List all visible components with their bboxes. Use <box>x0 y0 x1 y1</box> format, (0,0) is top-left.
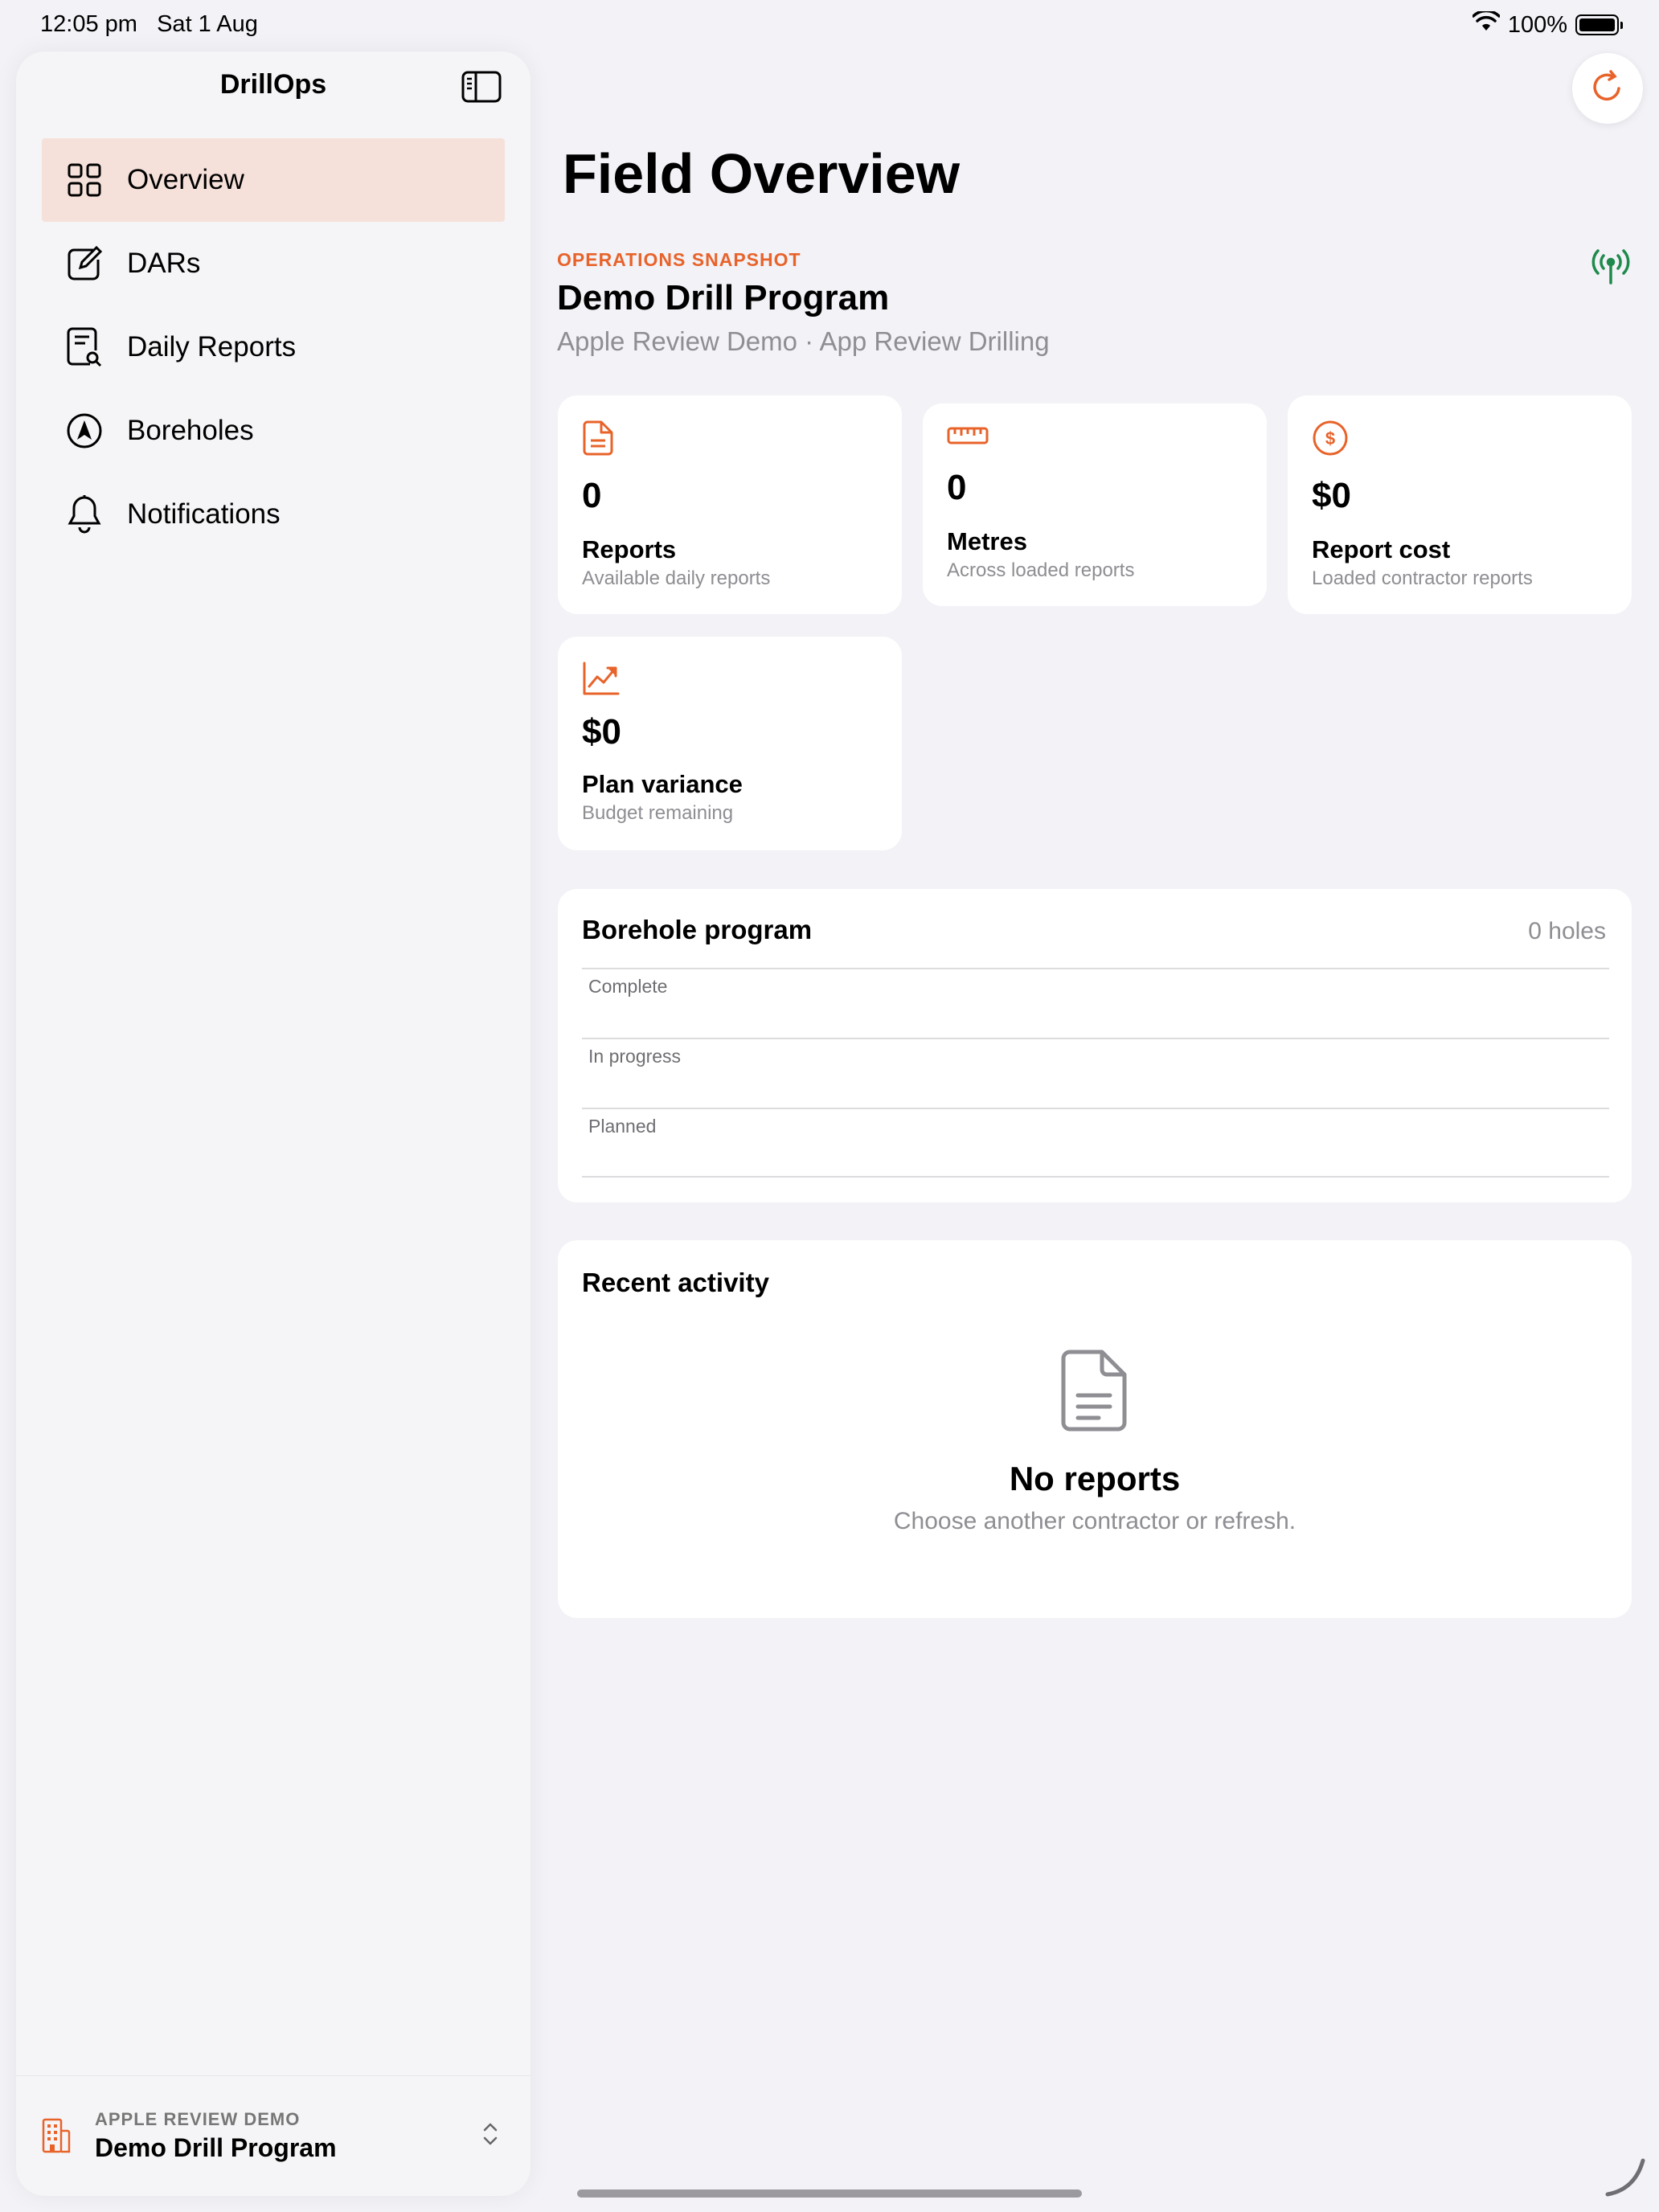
sidebar-item-notifications[interactable]: Notifications <box>42 473 505 556</box>
sidebar-item-daily-reports[interactable]: Daily Reports <box>42 305 505 389</box>
sidebar: DrillOps Overview DARs Daily Reports Bor… <box>16 51 530 2196</box>
sidebar-item-label: Notifications <box>127 498 281 530</box>
borehole-program-card: Borehole program 0 holes Complete In pro… <box>558 889 1632 1202</box>
program-row-label: Planned <box>588 1116 657 1137</box>
corner-gesture-mark <box>1603 2154 1648 2199</box>
program-row-planned: Planned <box>582 1108 1609 1178</box>
location-arrow-icon <box>66 412 103 449</box>
sidebar-item-overview[interactable]: Overview <box>42 138 505 222</box>
sidebar-nav: Overview DARs Daily Reports Boreholes No… <box>42 138 505 556</box>
program-switcher-text: APPLE REVIEW DEMO Demo Drill Program <box>95 2109 481 2163</box>
status-time: 12:05 pm Sat 1 Aug <box>40 11 258 37</box>
building-icon <box>42 2118 74 2155</box>
battery-percent: 100% <box>1507 11 1567 38</box>
empty-state-title: No reports <box>1009 1460 1181 1497</box>
status-indicators: 100% <box>1472 9 1623 39</box>
app-title: DrillOps <box>219 69 327 100</box>
document-search-icon <box>66 327 103 367</box>
program-switcher[interactable]: APPLE REVIEW DEMO Demo Drill Program <box>16 2075 530 2196</box>
sidebar-item-label: DARs <box>127 248 201 279</box>
stat-label: Report cost <box>1312 535 1451 563</box>
stat-value: 0 <box>582 476 602 515</box>
stat-description: Available daily reports <box>582 567 771 589</box>
ruler-icon <box>947 424 989 465</box>
sidebar-item-label: Daily Reports <box>127 331 297 363</box>
section-title: Recent activity <box>582 1268 769 1297</box>
section-eyebrow: OPERATIONS SNAPSHOT <box>557 249 801 270</box>
stat-label: Metres <box>947 527 1027 555</box>
stat-value: $0 <box>1312 476 1351 515</box>
compose-icon <box>66 245 103 282</box>
chevron-up-down-icon <box>481 2120 505 2153</box>
stat-label: Reports <box>582 535 677 563</box>
svg-text:$: $ <box>1325 428 1335 449</box>
section-title: Borehole program <box>582 915 813 944</box>
antenna-icon <box>1590 248 1632 286</box>
home-indicator[interactable] <box>577 2189 1082 2198</box>
stat-description: Loaded contractor reports <box>1312 567 1533 589</box>
stat-card-plan-variance: $0 Plan variance Budget remaining <box>558 637 902 850</box>
status-bar: 12:05 pm Sat 1 Aug 100% <box>0 0 1659 51</box>
program-row-label: In progress <box>588 1046 682 1067</box>
sidebar-item-label: Boreholes <box>127 415 254 446</box>
program-row-in-progress: In progress <box>582 1038 1609 1108</box>
dollar-icon: $ <box>1312 420 1352 460</box>
program-subtitle: Apple Review Demo · App Review Drilling <box>557 326 1050 356</box>
bell-icon <box>66 495 103 534</box>
stat-value: 0 <box>947 468 967 507</box>
sidebar-item-boreholes[interactable]: Boreholes <box>42 389 505 473</box>
footer-subtitle: APPLE REVIEW DEMO <box>95 2109 301 2129</box>
wifi-icon <box>1472 9 1501 39</box>
program-row-complete: Complete <box>582 968 1609 1038</box>
sidebar-toggle-icon[interactable] <box>461 71 502 103</box>
stat-value: $0 <box>582 712 621 752</box>
page-title: Field Overview <box>563 142 961 205</box>
document-icon <box>1060 1349 1128 1432</box>
grid-icon <box>66 162 103 199</box>
chart-up-icon <box>582 661 622 701</box>
holes-count: 0 holes <box>1528 918 1606 944</box>
stat-card-metres: 0 Metres Across loaded reports <box>923 403 1267 606</box>
battery-icon <box>1575 14 1623 35</box>
empty-state-subtitle: Choose another contractor or refresh. <box>893 1508 1296 1534</box>
document-icon <box>582 420 622 460</box>
stat-description: Across loaded reports <box>947 559 1135 581</box>
program-title: Demo Drill Program <box>557 278 890 317</box>
sidebar-item-dars[interactable]: DARs <box>42 222 505 305</box>
stat-card-report-cost: $ $0 Report cost Loaded contractor repor… <box>1288 395 1632 614</box>
sidebar-item-label: Overview <box>127 164 244 195</box>
stat-label: Plan variance <box>582 770 743 798</box>
program-row-label: Complete <box>588 976 668 997</box>
refresh-icon <box>1590 69 1625 109</box>
stat-card-reports: 0 Reports Available daily reports <box>558 395 902 614</box>
refresh-button[interactable] <box>1572 53 1643 124</box>
stat-description: Budget remaining <box>582 802 734 824</box>
footer-title: Demo Drill Program <box>95 2133 337 2162</box>
